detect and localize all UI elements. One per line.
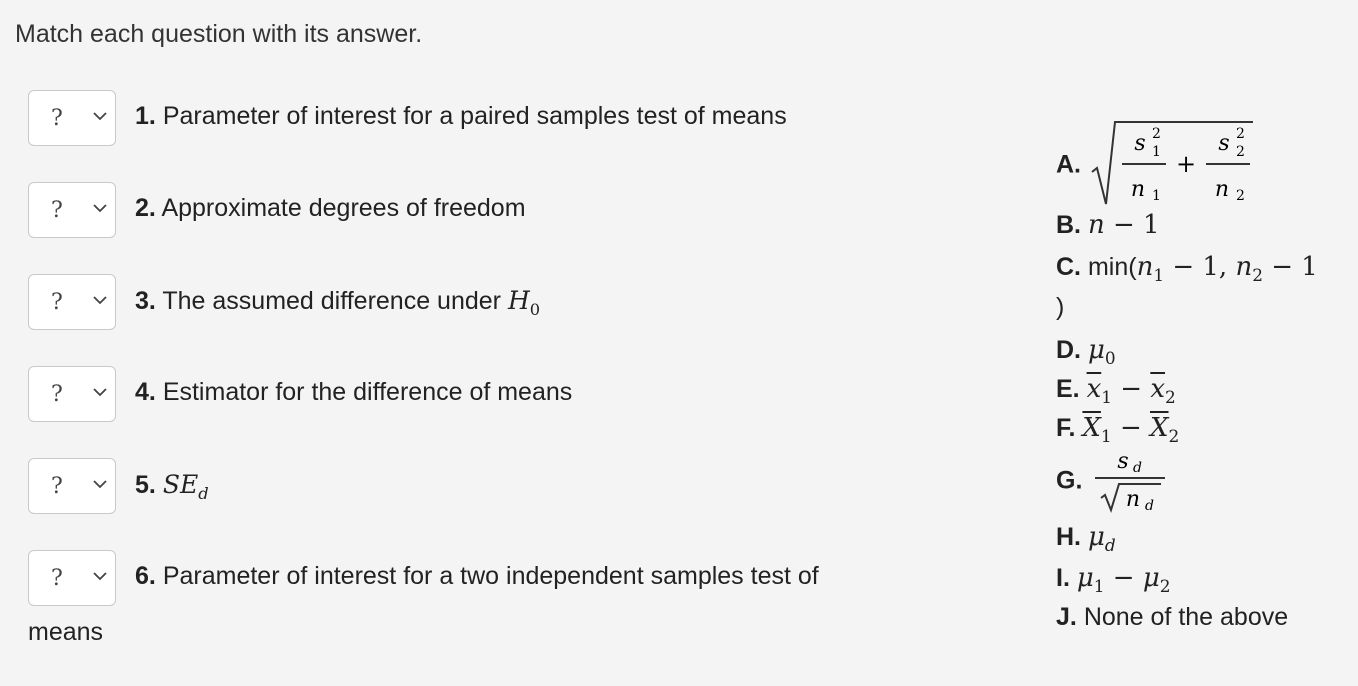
svg-text:+: + [1176,150,1196,178]
math-mu-0: μ0 [1087,335,1116,369]
svg-text:2: 2 [1236,144,1245,160]
answer-text: None of the above [1083,603,1289,631]
question-number: 1. [135,102,156,130]
instructions: Match each question with its answer. [15,20,423,48]
answer-j: J. None of the above [1056,603,1288,632]
svg-text:1: 1 [1152,144,1161,160]
math-n-minus-1: n − 1 [1087,210,1160,240]
answer-letter: C. [1056,253,1081,281]
question-label: Estimator for the difference of means [162,378,573,406]
svg-text:s: s [1118,449,1129,474]
question-text: 6. Parameter of interest for a two indep… [135,562,819,591]
answer-select-5[interactable]: ? [28,458,116,514]
svg-text:n: n [1215,177,1229,202]
answer-letter: I. [1056,564,1070,592]
svg-text:d: d [1145,498,1154,514]
answer-c-wrap: ) [1056,293,1065,321]
chevron-down-icon [93,572,107,581]
svg-text:s: s [1218,131,1229,156]
answer-letter: B. [1056,211,1081,239]
answer-d: D. μ0 [1056,335,1116,368]
answer-select-1[interactable]: ? [28,90,116,146]
chevron-down-icon [93,296,107,305]
math-sqrt-formula: s 2 1 n 1 + s 2 2 n 2 [1091,121,1281,205]
question-text: 3. The assumed difference under H0 [135,286,540,319]
answer-letter: A. [1056,150,1081,179]
question-number: 3. [135,287,156,315]
answer-c: C. min(n1 − 1, n2 − 1 [1056,252,1318,285]
svg-text:n: n [1126,487,1140,512]
answer-h: H. μd [1056,522,1116,555]
question-text: 4. Estimator for the difference of means [135,378,572,407]
answer-text: min( [1087,253,1137,281]
answer-select-6[interactable]: ? [28,550,116,606]
select-value: ? [51,566,63,591]
select-value: ? [51,382,63,407]
answer-select-4[interactable]: ? [28,366,116,422]
question-number: 5. [135,471,156,499]
chevron-down-icon [93,388,107,397]
math-mu-diff: μ1 − μ2 [1076,563,1171,597]
chevron-down-icon [93,480,107,489]
math-min-args: n1 − 1, n2 − 1 [1136,252,1318,286]
answer-letter: F. [1056,414,1076,442]
answer-a: A. s 2 1 n 1 + s 2 2 n 2 [1056,118,1281,212]
math-Xbar-diff: X1 − X2 [1082,413,1180,447]
question-number: 2. [135,194,156,222]
svg-text:d: d [1133,460,1142,476]
chevron-down-icon [93,204,107,213]
answer-letter: H. [1056,523,1081,551]
question-text: 1. Parameter of interest for a paired sa… [135,102,787,131]
question-label: The assumed difference under [162,287,508,315]
math-sd-over-sqrt-nd: s d n d [1095,449,1166,514]
answer-letter: J. [1056,603,1077,631]
question-label: Parameter of interest for a two independ… [162,562,819,590]
answer-letter: E. [1056,375,1080,403]
question-text: 2. Approximate degrees of freedom [135,194,526,223]
math-se-d: SEd [162,470,209,503]
svg-text:2: 2 [1152,126,1161,142]
select-value: ? [51,106,63,131]
question-label: Approximate degrees of freedom [161,194,526,222]
math-xbar-diff: x1 − x2 [1086,374,1176,408]
question-number: 6. [135,562,156,590]
answer-b: B. n − 1 [1056,210,1160,240]
answer-e: E. x1 − x2 [1056,374,1176,407]
question-label-wrap: means [28,618,104,646]
svg-text:2: 2 [1236,188,1245,204]
question-text: 5. SEd [135,470,209,503]
select-value: ? [51,290,63,315]
svg-text:s: s [1134,131,1145,156]
svg-text:2: 2 [1236,126,1245,142]
question-label: Parameter of interest for a paired sampl… [162,102,787,130]
answer-select-2[interactable]: ? [28,182,116,238]
select-value: ? [51,474,63,499]
math-h0: H0 [507,286,541,319]
answer-letter: D. [1056,336,1081,364]
answer-f: F. X1 − X2 [1056,413,1179,446]
chevron-down-icon [93,112,107,121]
answer-g: G. s d n d [1056,446,1169,516]
select-value: ? [51,198,63,223]
question-number: 4. [135,378,156,406]
math-mu-d: μd [1087,522,1116,556]
answer-i: I. μ1 − μ2 [1056,563,1171,596]
answer-letter: G. [1056,466,1083,495]
answer-select-3[interactable]: ? [28,274,116,330]
svg-text:n: n [1131,177,1145,202]
svg-text:1: 1 [1152,188,1161,204]
